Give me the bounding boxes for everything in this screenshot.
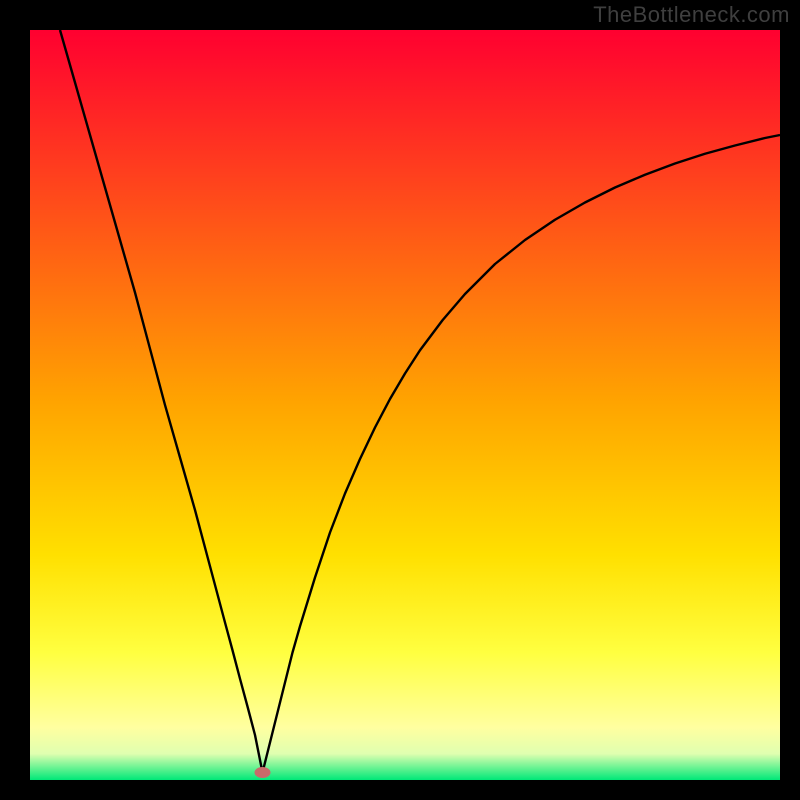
watermark-text: TheBottleneck.com xyxy=(593,2,790,28)
chart-frame: TheBottleneck.com xyxy=(0,0,800,800)
plot-background xyxy=(30,30,780,780)
min-marker xyxy=(255,767,271,778)
chart-svg xyxy=(0,0,800,800)
